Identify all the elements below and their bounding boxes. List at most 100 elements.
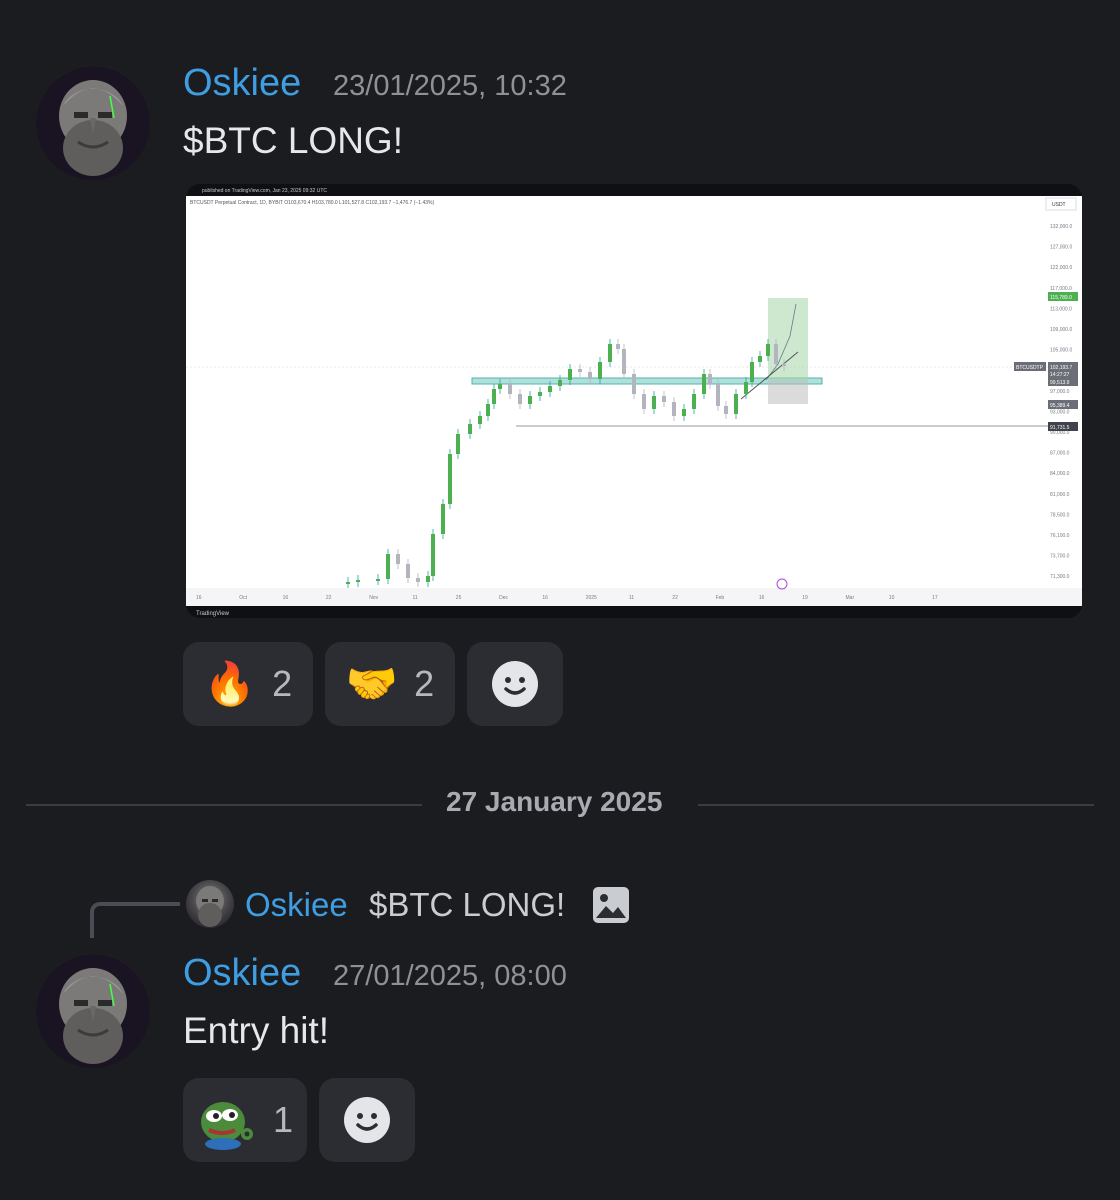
candle-body [376, 579, 380, 581]
candle-body [558, 380, 562, 386]
add-reaction-button[interactable] [319, 1078, 415, 1162]
reply-avatar[interactable] [186, 880, 234, 928]
reaction-handshake[interactable]: 🤝 2 [325, 642, 455, 726]
divider-left [26, 804, 422, 806]
candle-body [708, 374, 712, 384]
price-tick: 97,000.0 [1050, 389, 1070, 395]
svg-text:BTCUSDTP: BTCUSDTP [1016, 365, 1044, 371]
candle-body [724, 406, 728, 414]
time-tick: 17 [932, 595, 938, 601]
time-tick: 19 [802, 595, 808, 601]
candle-body [652, 396, 656, 409]
candle-body [478, 416, 482, 424]
time-tick: 25 [456, 595, 462, 601]
candle-body [758, 356, 762, 362]
candle-body [548, 386, 552, 392]
candle-body [702, 374, 706, 394]
svg-text:91,731.5: 91,731.5 [1050, 425, 1070, 431]
svg-text:95,389.4: 95,389.4 [1050, 403, 1070, 409]
price-tick: 127,000.0 [1050, 245, 1072, 251]
time-tick: 22 [672, 595, 678, 601]
candle-body [448, 454, 452, 504]
price-tick: 81,000.0 [1050, 492, 1070, 498]
candle-body [386, 554, 390, 579]
price-tick: 71,300.0 [1050, 574, 1070, 580]
time-tick: 16 [196, 595, 202, 601]
reply-connector [90, 902, 180, 938]
add-reaction-button[interactable] [467, 642, 563, 726]
candle-body [456, 434, 460, 454]
time-tick: Feb [716, 595, 725, 601]
candle-body [538, 392, 542, 396]
candle-body [406, 564, 410, 578]
symbol-line: BTCUSDT Perpetual Contract, 1D, BYBIT O1… [190, 200, 434, 206]
message-timestamp: 23/01/2025, 10:32 [333, 70, 567, 102]
svg-text:102,193.7: 102,193.7 [1050, 365, 1072, 371]
candle-body [750, 362, 754, 382]
candle-body [356, 580, 360, 582]
time-tick: 2025 [586, 595, 597, 601]
candle-body [716, 384, 720, 406]
candle-body [492, 389, 496, 404]
author-avatar[interactable] [36, 954, 150, 1068]
author-avatar[interactable] [36, 66, 150, 180]
time-tick: 16 [283, 595, 289, 601]
reaction-count: 2 [272, 663, 293, 704]
time-tick: Oct [239, 595, 247, 601]
candle-body [508, 384, 512, 394]
candle-body [416, 578, 420, 582]
reaction-pepe[interactable]: 1 [183, 1078, 307, 1162]
price-tick: 87,000.0 [1050, 451, 1070, 457]
message-timestamp: 27/01/2025, 08:00 [333, 960, 567, 992]
price-tick: 84,000.0 [1050, 471, 1070, 477]
message-text: Entry hit! [183, 1010, 329, 1051]
reaction-fire[interactable]: 🔥 2 [183, 642, 313, 726]
tradingview-watermark: TradingView [196, 611, 230, 617]
pepe-ok-icon [200, 1102, 253, 1150]
price-tick: 78,500.0 [1050, 512, 1070, 518]
handshake-icon: 🤝 [345, 660, 399, 707]
message-author[interactable]: Oskiee [183, 62, 301, 105]
candle-body [498, 384, 502, 389]
price-tick: 105,000.0 [1050, 348, 1072, 354]
time-tick: 11 [413, 595, 418, 601]
candle-body [468, 424, 472, 434]
candle-body [518, 394, 522, 404]
candle-body [528, 396, 532, 404]
candle-body [598, 362, 602, 379]
time-tick: Mar [846, 595, 855, 601]
reaction-count: 2 [414, 663, 435, 704]
fire-icon: 🔥 [203, 660, 257, 707]
message-text: $BTC LONG! [183, 120, 403, 161]
avatar-statue-image [36, 954, 150, 1068]
time-tick: 22 [326, 595, 332, 601]
candle-body [441, 504, 445, 534]
price-tick: 109,000.0 [1050, 327, 1072, 333]
price-tick: 122,000.0 [1050, 265, 1072, 271]
candle-body [588, 372, 592, 379]
time-tick: 10 [889, 595, 895, 601]
candle-body [672, 402, 676, 416]
reply-author[interactable]: Oskiee [245, 886, 348, 924]
time-tick: 11 [629, 595, 634, 601]
currency-label: USDT [1052, 202, 1066, 208]
divider-right [698, 804, 1094, 806]
price-tick: 73,700.0 [1050, 554, 1070, 560]
candle-body [608, 344, 612, 362]
candle-body [396, 554, 400, 564]
chart-image-attachment[interactable]: published on TradingView.com, Jan 23, 20… [186, 184, 1082, 618]
time-tick: Nov [369, 595, 378, 601]
stop-zone [768, 380, 808, 404]
candle-body [734, 394, 738, 414]
reply-text[interactable]: $BTC LONG! [369, 886, 565, 924]
tradingview-chart: published on TradingView.com, Jan 23, 20… [186, 184, 1082, 618]
price-tick: 76,100.0 [1050, 533, 1070, 539]
price-tick: 93,000.0 [1050, 409, 1070, 415]
time-tick: 16 [759, 595, 765, 601]
image-icon [593, 887, 629, 923]
candle-body [632, 374, 636, 394]
candle-body [568, 369, 572, 380]
message-author[interactable]: Oskiee [183, 952, 301, 995]
candle-body [662, 396, 666, 402]
price-tick: 113,000.0 [1050, 306, 1072, 312]
